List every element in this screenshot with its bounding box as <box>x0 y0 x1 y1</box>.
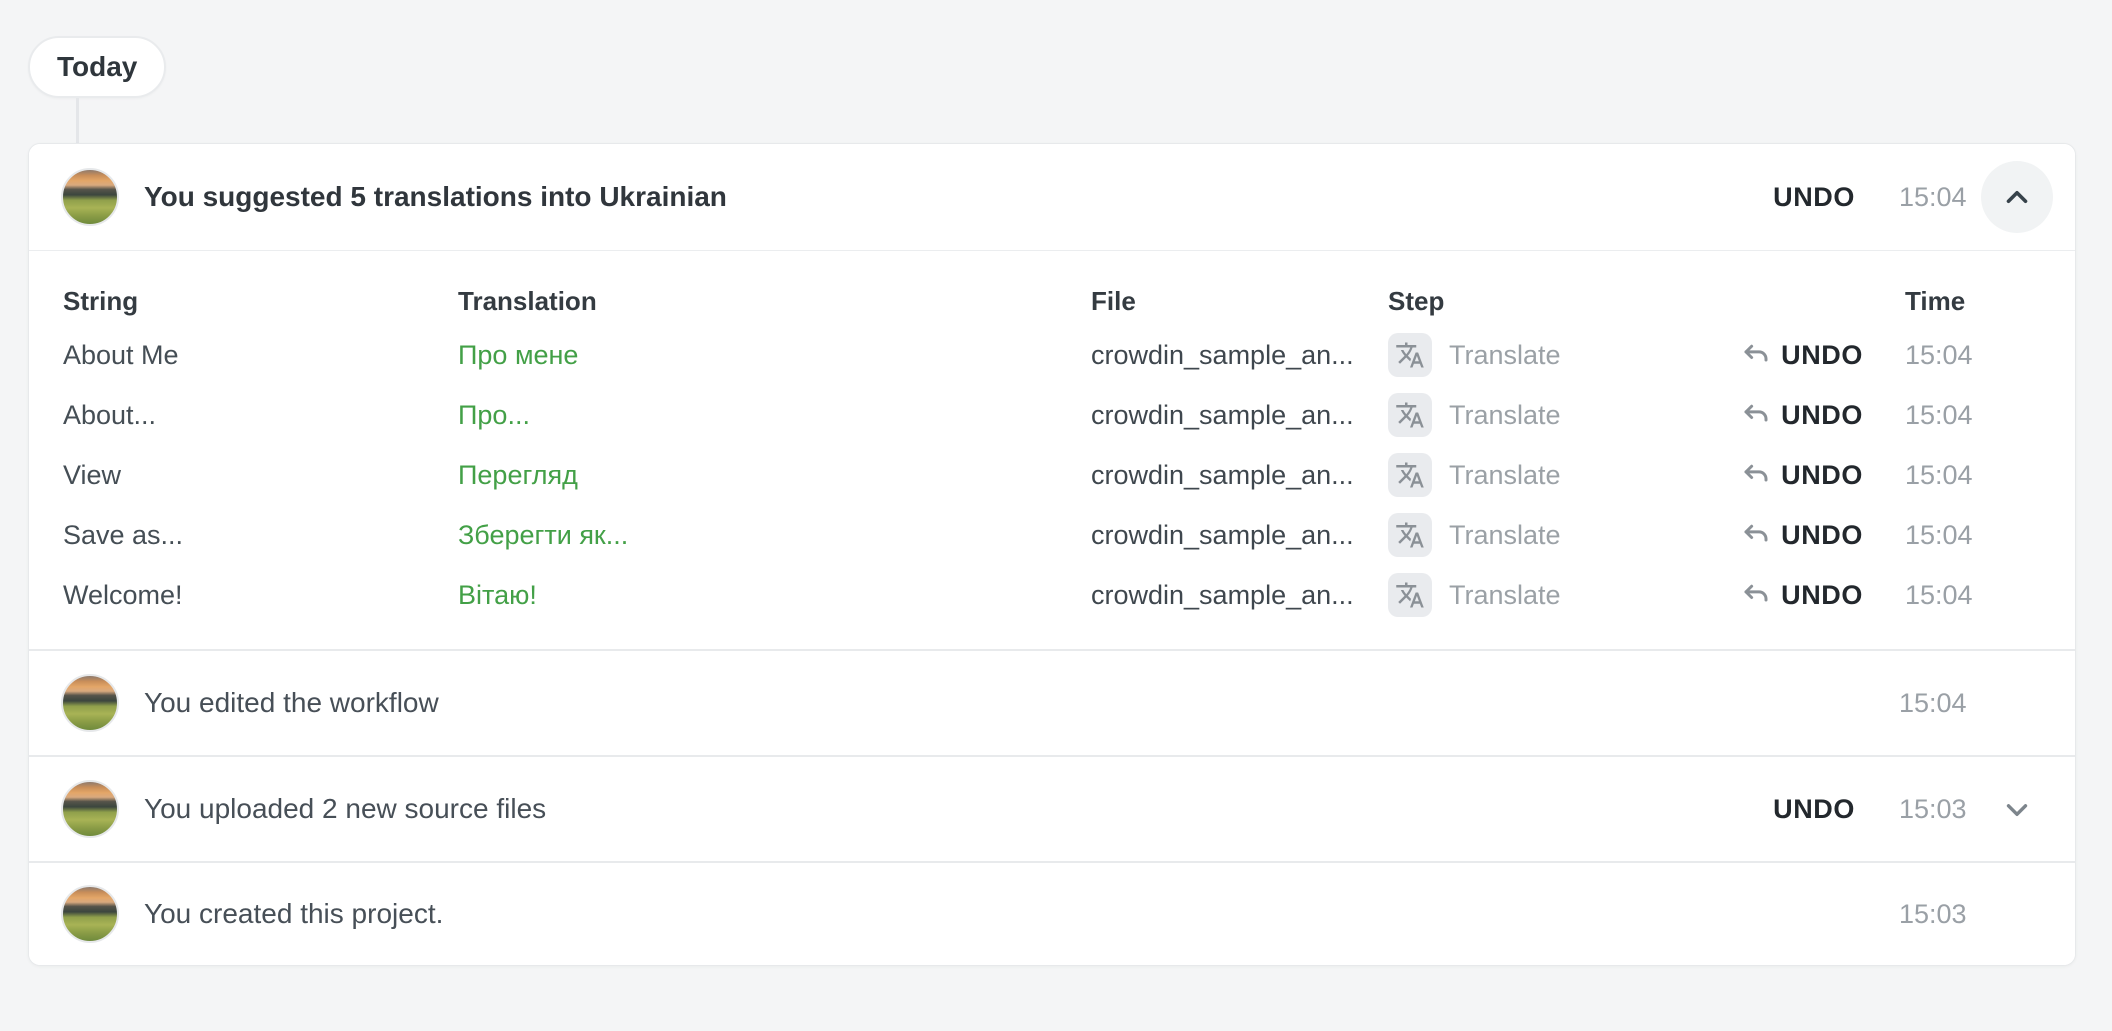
event-actions: 15:03 <box>1855 878 2053 950</box>
event-time: 15:04 <box>1899 182 1971 213</box>
undo-button[interactable]: UNDO <box>1773 182 1855 213</box>
event-title: You uploaded 2 new source files <box>144 793 546 825</box>
source-string: View <box>63 460 458 491</box>
translate-step-badge <box>1388 453 1432 497</box>
avatar <box>61 885 119 943</box>
undo-icon <box>1741 400 1771 430</box>
translate-icon <box>1395 400 1425 430</box>
undo-button[interactable]: UNDO <box>1773 794 1855 825</box>
event-row-edited-workflow: You edited the workflow 15:04 <box>29 649 2075 755</box>
event-actions: UNDO 15:03 <box>1773 773 2053 845</box>
avatar <box>61 168 119 226</box>
row-undo-button[interactable]: UNDO <box>1703 460 1863 491</box>
column-header-step: Step <box>1388 286 1703 317</box>
row-undo-button[interactable]: UNDO <box>1703 400 1863 431</box>
event-actions: 15:04 <box>1855 667 2053 739</box>
workflow-step: Translate <box>1388 573 1703 617</box>
translate-icon <box>1395 460 1425 490</box>
workflow-step: Translate <box>1388 453 1703 497</box>
source-string: About... <box>63 400 458 431</box>
translate-icon <box>1395 580 1425 610</box>
icon-slot-empty <box>1981 667 2053 739</box>
undo-icon <box>1741 580 1771 610</box>
column-header-file: File <box>1091 286 1388 317</box>
translate-icon <box>1395 520 1425 550</box>
file-name: crowdin_sample_an... <box>1091 580 1388 611</box>
event-title: You edited the workflow <box>144 687 439 719</box>
row-time: 15:04 <box>1863 580 2053 611</box>
row-time: 15:04 <box>1863 400 2053 431</box>
row-undo-label: UNDO <box>1781 580 1863 611</box>
row-undo-label: UNDO <box>1781 460 1863 491</box>
step-label: Translate <box>1449 520 1561 551</box>
translation-link[interactable]: Про мене <box>458 340 1091 371</box>
expand-button[interactable] <box>1981 773 2053 845</box>
source-string: About Me <box>63 340 458 371</box>
translations-table: String Translation File Step Time About … <box>29 250 2075 649</box>
timeline-connector <box>76 98 79 144</box>
row-undo-label: UNDO <box>1781 400 1863 431</box>
row-undo-label: UNDO <box>1781 340 1863 371</box>
event-title: You suggested 5 translations into Ukrain… <box>144 181 727 213</box>
row-time: 15:04 <box>1863 460 2053 491</box>
collapse-button[interactable] <box>1981 161 2053 233</box>
event-actions: UNDO 15:04 <box>1773 161 2053 233</box>
translate-icon <box>1395 340 1425 370</box>
workflow-step: Translate <box>1388 513 1703 557</box>
column-header-translation: Translation <box>458 286 1091 317</box>
step-label: Translate <box>1449 460 1561 491</box>
step-label: Translate <box>1449 580 1561 611</box>
column-header-time: Time <box>1863 286 2053 317</box>
translation-link[interactable]: Вітаю! <box>458 580 1091 611</box>
file-name: crowdin_sample_an... <box>1091 520 1388 551</box>
translation-link[interactable]: Зберегти як... <box>458 520 1091 551</box>
workflow-step: Translate <box>1388 393 1703 437</box>
event-time: 15:03 <box>1899 794 1971 825</box>
chevron-up-icon <box>2000 180 2034 214</box>
event-row-created-project: You created this project. 15:03 <box>29 861 2075 965</box>
source-string: Welcome! <box>63 580 458 611</box>
table-row: Welcome! Вітаю! crowdin_sample_an... Tra… <box>29 565 2075 625</box>
undo-icon <box>1741 460 1771 490</box>
column-header-string: String <box>63 286 458 317</box>
event-title: You created this project. <box>144 898 443 930</box>
table-header-row: String Translation File Step Time <box>29 277 2075 325</box>
avatar <box>61 674 119 732</box>
file-name: crowdin_sample_an... <box>1091 460 1388 491</box>
event-time: 15:03 <box>1899 899 1971 930</box>
table-row: View Перегляд crowdin_sample_an... Trans… <box>29 445 2075 505</box>
source-string: Save as... <box>63 520 458 551</box>
translate-step-badge <box>1388 573 1432 617</box>
translate-step-badge <box>1388 393 1432 437</box>
file-name: crowdin_sample_an... <box>1091 400 1388 431</box>
date-badge: Today <box>28 36 166 98</box>
undo-icon <box>1741 520 1771 550</box>
event-row-uploaded-files[interactable]: You uploaded 2 new source files UNDO 15:… <box>29 755 2075 861</box>
table-row: About Me Про мене crowdin_sample_an... T… <box>29 325 2075 385</box>
chevron-down-icon <box>2000 792 2034 826</box>
row-undo-label: UNDO <box>1781 520 1863 551</box>
workflow-step: Translate <box>1388 333 1703 377</box>
icon-slot-empty <box>1981 878 2053 950</box>
translate-step-badge <box>1388 333 1432 377</box>
row-time: 15:04 <box>1863 340 2053 371</box>
translate-step-badge <box>1388 513 1432 557</box>
row-undo-button[interactable]: UNDO <box>1703 520 1863 551</box>
date-badge-label: Today <box>57 51 137 83</box>
undo-icon <box>1741 340 1771 370</box>
event-time: 15:04 <box>1899 688 1971 719</box>
translation-link[interactable]: Перегляд <box>458 460 1091 491</box>
translation-link[interactable]: Про... <box>458 400 1091 431</box>
file-name: crowdin_sample_an... <box>1091 340 1388 371</box>
event-row-suggested-translations[interactable]: You suggested 5 translations into Ukrain… <box>29 144 2075 250</box>
avatar <box>61 780 119 838</box>
row-undo-button[interactable]: UNDO <box>1703 340 1863 371</box>
row-undo-button[interactable]: UNDO <box>1703 580 1863 611</box>
step-label: Translate <box>1449 340 1561 371</box>
table-row: About... Про... crowdin_sample_an... Tra… <box>29 385 2075 445</box>
table-row: Save as... Зберегти як... crowdin_sample… <box>29 505 2075 565</box>
row-time: 15:04 <box>1863 520 2053 551</box>
step-label: Translate <box>1449 400 1561 431</box>
activity-card: You suggested 5 translations into Ukrain… <box>28 143 2076 966</box>
